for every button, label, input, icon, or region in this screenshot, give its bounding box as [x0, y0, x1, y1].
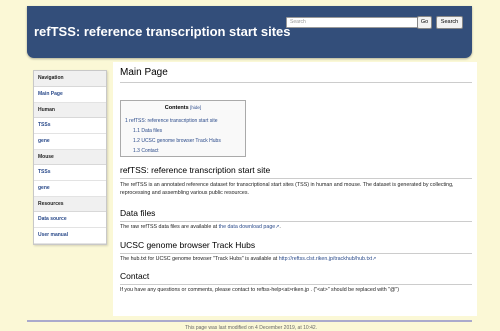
- sidebar-item-human-tss[interactable]: TSSs: [34, 118, 106, 134]
- footer-text: This page was last modified on 4 Decembe…: [185, 325, 318, 331]
- section-divider: [120, 221, 472, 222]
- data-files-text: The raw refTSS data files are available …: [120, 224, 218, 230]
- table-of-contents: Contents [hide] 1 refTSS: reference tran…: [120, 100, 246, 157]
- site-title[interactable]: refTSS: reference transcription start si…: [34, 24, 290, 39]
- sidebar-heading-human: Human: [34, 103, 106, 118]
- search-input[interactable]: Search: [286, 17, 418, 28]
- toc-item-contact[interactable]: 1.3 Contact: [133, 148, 159, 154]
- sidebar-heading-navigation: Navigation: [34, 71, 106, 87]
- search-button[interactable]: Search: [436, 16, 463, 29]
- contact-paragraph: If you have any questions or comments, p…: [120, 287, 400, 293]
- sidebar-item-user-manual[interactable]: User manual: [34, 228, 106, 244]
- hub-txt-link[interactable]: http://reftss.clst.riken.jp/trackhub/hub…: [279, 256, 372, 262]
- section-divider: [120, 284, 472, 285]
- toc-title-label: Contents: [164, 105, 189, 111]
- main-content: Main Page Contents [hide] 1 refTSS: refe…: [113, 62, 477, 316]
- sidebar-item-mouse-gene[interactable]: gene: [34, 181, 106, 197]
- title-divider: [120, 82, 472, 83]
- intro-paragraph: The refTSS is an annotated reference dat…: [120, 182, 454, 196]
- data-files-paragraph: The raw refTSS data files are available …: [120, 224, 281, 230]
- section-divider: [120, 178, 472, 179]
- toc-title: Contents [hide]: [121, 105, 245, 111]
- track-hubs-text: The hub.txt for UCSC genome browser "Tra…: [120, 256, 278, 262]
- sidebar-item-human-gene[interactable]: gene: [34, 134, 106, 150]
- toc-item-reftss[interactable]: 1 refTSS: reference transcription start …: [125, 118, 218, 124]
- site-header: refTSS: reference transcription start si…: [27, 6, 472, 58]
- section-heading-data-files: Data files: [120, 208, 156, 218]
- section-heading-contact: Contact: [120, 271, 150, 281]
- section-divider: [120, 253, 472, 254]
- go-button[interactable]: Go: [417, 16, 432, 29]
- track-hubs-paragraph: The hub.txt for UCSC genome browser "Tra…: [120, 255, 470, 263]
- toc-hide-link[interactable]: [hide]: [190, 105, 201, 110]
- section-heading-track-hubs: UCSC genome browser Track Hubs: [120, 240, 256, 250]
- toc-item-data-files[interactable]: 1.1 Data files: [133, 128, 162, 134]
- toc-item-track-hubs[interactable]: 1.2 UCSC genome browser Track Hubs: [133, 138, 221, 144]
- section-heading-reftss: refTSS: reference transcription start si…: [120, 165, 271, 175]
- sidebar-item-data-source[interactable]: Data source: [34, 212, 106, 228]
- sidebar-item-mouse-tss[interactable]: TSSs: [34, 165, 106, 181]
- footer-divider: [27, 320, 472, 322]
- data-download-link[interactable]: the data download page: [219, 224, 276, 230]
- page-title: Main Page: [120, 67, 168, 78]
- sidebar: Navigation Main Page Human TSSs gene Mou…: [33, 70, 107, 245]
- sidebar-heading-mouse: Mouse: [34, 150, 106, 165]
- sidebar-heading-resources: Resources: [34, 197, 106, 212]
- external-link-icon: ↗: [275, 224, 280, 230]
- external-link-icon: ↗: [372, 256, 377, 262]
- sidebar-item-main-page[interactable]: Main Page: [34, 87, 106, 103]
